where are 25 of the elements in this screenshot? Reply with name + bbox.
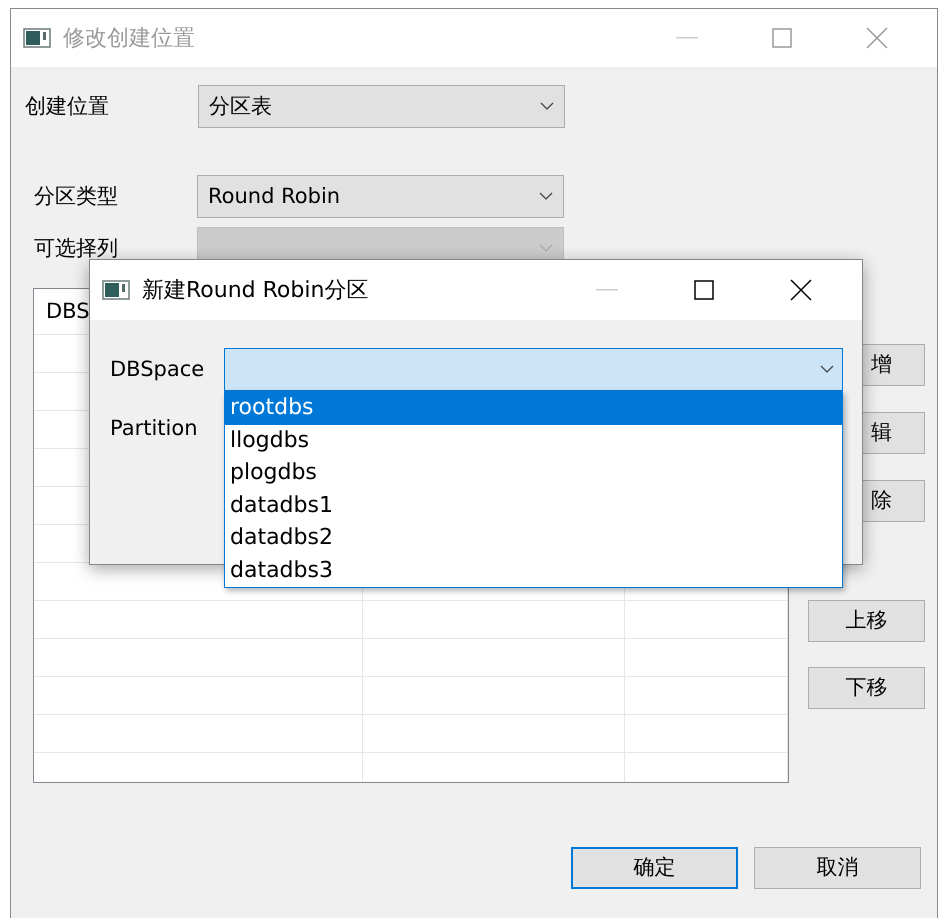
dropdown-field[interactable]: 分区表 (198, 85, 565, 128)
dropdown-item[interactable]: rootdbs (225, 392, 842, 424)
close-icon[interactable] (790, 279, 812, 301)
field-label: DBSpace (110, 356, 206, 383)
field-label: 可选择列 (33, 234, 119, 262)
dropdown-item[interactable]: datadbs3 (225, 554, 842, 587)
chevron-icon (539, 192, 553, 201)
minimize-icon[interactable] (596, 289, 618, 291)
app-icon (23, 27, 51, 49)
dropdown-field[interactable]: Round Robin (197, 175, 564, 218)
chevron-icon (539, 244, 553, 253)
chevron-icon (820, 365, 834, 374)
side-button[interactable]: 下移 (808, 667, 925, 709)
dialog-button[interactable]: 确定 (571, 847, 738, 889)
field-label: Partition (110, 414, 199, 442)
field-label: 创建位置 (25, 92, 110, 120)
dropdown-item[interactable]: datadbs2 (225, 522, 842, 554)
minimize-icon[interactable] (676, 37, 698, 39)
side-button[interactable]: 上移 (808, 600, 925, 642)
field-label: 分区类型 (33, 182, 119, 210)
chevron-icon (540, 102, 554, 111)
app-icon (102, 279, 130, 301)
dialog-button[interactable]: 取消 (754, 847, 921, 889)
maximize-icon[interactable] (694, 280, 714, 300)
window-title: 修改创建位置 (63, 24, 195, 52)
